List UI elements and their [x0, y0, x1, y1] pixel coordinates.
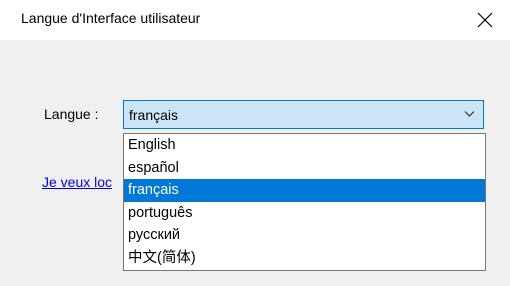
language-option-english[interactable]: English [124, 134, 485, 157]
language-combobox-value: français [129, 107, 179, 123]
language-dialog: Langue d'Interface utilisateur Langue : … [0, 0, 510, 286]
language-option-portuguese[interactable]: português [124, 202, 485, 225]
language-combobox[interactable]: français [123, 100, 484, 129]
language-option-french[interactable]: français [124, 179, 485, 202]
close-icon [477, 12, 493, 28]
language-option-russian[interactable]: русский [124, 224, 485, 247]
localize-link[interactable]: Je veux loc [42, 174, 112, 190]
language-option-spanish[interactable]: español [124, 157, 485, 180]
language-dropdown-list: English español français português русск… [123, 133, 486, 271]
chevron-down-icon [464, 111, 475, 117]
title-bar: Langue d'Interface utilisateur [0, 0, 510, 40]
language-label: Langue : [44, 106, 99, 122]
close-button[interactable] [464, 0, 510, 40]
language-option-chinese-simplified[interactable]: 中文(简体) [124, 247, 485, 270]
dialog-title: Langue d'Interface utilisateur [21, 10, 201, 26]
